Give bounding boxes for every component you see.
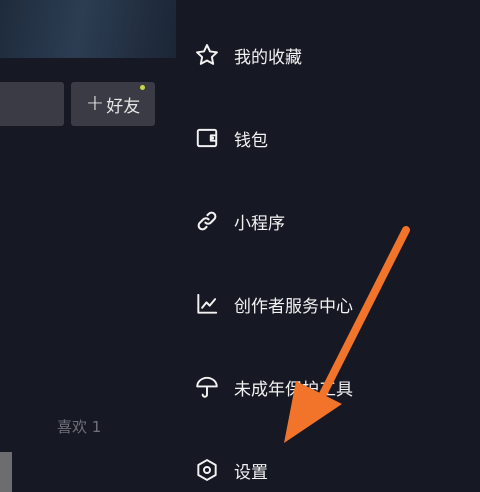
menu-item-creator-center[interactable]: 创作者服务中心 [176,279,480,329]
side-drawer-menu: 我的收藏 钱包 小程序 创作者服务中心 未成年保护工具 设置 [176,0,480,492]
settings-icon [194,457,220,483]
profile-cover-image [0,0,176,58]
menu-label-creator-center: 创作者服务中心 [234,296,353,317]
umbrella-icon [194,374,220,400]
menu-label-mini-programs: 小程序 [234,213,285,234]
add-friend-label: 好友 [106,96,141,117]
menu-item-favorites[interactable]: 我的收藏 [176,30,480,80]
menu-item-wallet[interactable]: 钱包 [176,113,480,163]
video-thumbnail[interactable] [0,452,12,492]
chart-icon [194,291,220,317]
menu-label-favorites: 我的收藏 [234,47,302,68]
screen: + 好友 喜欢 1 我的收藏 钱包 小程序 创作者服务中心 未成年保护工具 设置 [0,0,480,492]
menu-item-settings[interactable]: 设置 [176,445,480,492]
plus-icon: + [85,91,105,116]
profile-page: + 好友 喜欢 1 [0,0,176,492]
menu-item-minor-protection[interactable]: 未成年保护工具 [176,362,480,412]
menu-label-wallet: 钱包 [234,130,268,151]
edit-profile-button[interactable] [0,82,64,126]
star-icon [194,42,220,68]
menu-label-settings: 设置 [234,462,268,483]
menu-item-mini-programs[interactable]: 小程序 [176,196,480,246]
link-icon [194,208,220,234]
wallet-icon [194,125,220,151]
notification-dot [140,85,145,90]
menu-label-minor-protection: 未成年保护工具 [234,379,353,400]
likes-tab[interactable]: 喜欢 1 [57,416,101,437]
add-friend-button[interactable]: + 好友 [71,82,155,126]
